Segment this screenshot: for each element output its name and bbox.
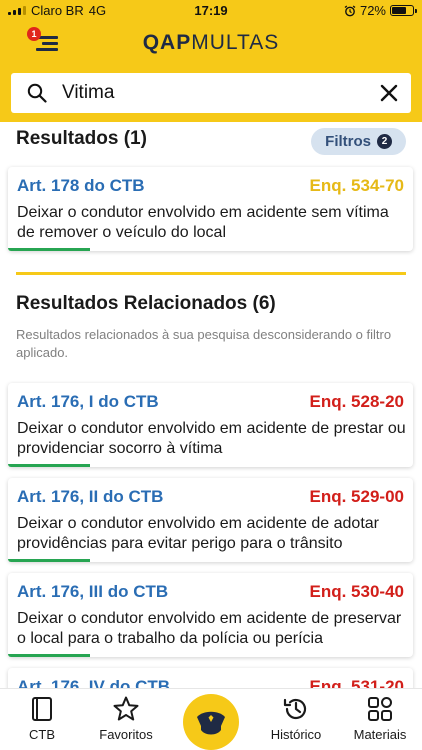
search-area: Vitima <box>0 64 422 122</box>
tab-favoritos[interactable]: Favoritos <box>84 689 168 750</box>
logo-bold-text: QAP <box>142 31 192 54</box>
infraction-code: Enq. 528-20 <box>309 392 405 411</box>
search-input[interactable]: Vitima <box>11 73 411 113</box>
tab-historico[interactable]: Histórico <box>254 689 338 750</box>
related-results-title: Resultados Relacionados (6) <box>16 293 276 314</box>
infraction-code: Enq. 530-40 <box>309 582 405 601</box>
search-query: Vitima <box>62 82 115 103</box>
infraction-description: Deixar o condutor envolvido em acidente … <box>17 420 406 457</box>
card-accent-bar <box>8 464 90 467</box>
app-logo: QAPMULTAS <box>0 31 422 55</box>
app-header: 1 QAPMULTAS <box>0 22 422 64</box>
battery-icon <box>390 5 417 16</box>
star-icon <box>113 696 139 721</box>
related-result-card[interactable]: Art. 176, III do CTB Enq. 530-40 Deixar … <box>8 573 413 657</box>
tab-label: Histórico <box>270 727 322 742</box>
book-icon <box>32 697 52 721</box>
article-label: Art. 176, III do CTB <box>17 582 169 601</box>
article-label: Art. 178 do CTB <box>17 176 145 195</box>
status-bar: Claro BR 4G 17:19 72% <box>0 0 422 22</box>
search-icon <box>27 83 47 103</box>
filters-count-badge: 2 <box>377 134 392 149</box>
article-label: Art. 176, IV do CTB <box>17 677 171 688</box>
tab-label: CTB <box>29 727 55 742</box>
infraction-code: Enq. 531-20 <box>309 677 405 688</box>
police-cap-icon <box>197 711 225 735</box>
section-divider <box>16 272 406 275</box>
article-label: Art. 176, I do CTB <box>17 392 159 411</box>
infraction-code: Enq. 529-00 <box>309 487 405 506</box>
tab-label: Favoritos <box>99 727 153 742</box>
infraction-description: Deixar o condutor envolvido em acidente … <box>17 515 379 552</box>
related-result-card[interactable]: Art. 176, II do CTB Enq. 529-00 Deixar o… <box>8 478 413 562</box>
card-accent-bar <box>8 248 90 251</box>
card-accent-bar <box>8 654 90 657</box>
infraction-code: Enq. 534-70 <box>309 176 405 195</box>
filters-button[interactable]: Filtros 2 <box>311 128 406 155</box>
result-card[interactable]: Art. 178 do CTB Enq. 534-70 Deixar o con… <box>8 167 413 251</box>
logo-light-text: MULTAS <box>191 31 280 54</box>
grid-icon <box>368 697 392 721</box>
related-result-card[interactable]: Art. 176, IV do CTB Enq. 531-20 <box>8 668 413 688</box>
tab-materiais[interactable]: Materiais <box>338 689 422 750</box>
results-title: Resultados (1) <box>16 128 147 149</box>
article-label: Art. 176, II do CTB <box>17 487 164 506</box>
tab-ctb[interactable]: CTB <box>0 689 84 750</box>
results-list[interactable]: Resultados (1) Filtros 2 Art. 178 do CTB… <box>0 122 422 688</box>
battery-percent: 72% <box>359 3 386 18</box>
home-button[interactable] <box>183 694 239 750</box>
related-results-note: Resultados relacionados à sua pesquisa d… <box>16 327 392 360</box>
related-result-card[interactable]: Art. 176, I do CTB Enq. 528-20 Deixar o … <box>8 383 413 467</box>
infraction-description: Deixar o condutor envolvido em acidente … <box>17 610 402 647</box>
infraction-description: Deixar o condutor envolvido em acidente … <box>17 204 389 241</box>
bottom-tab-bar: CTB Favoritos Histórico Materiais <box>0 688 422 750</box>
history-icon <box>283 698 307 720</box>
clear-search-icon[interactable] <box>379 83 399 103</box>
alarm-icon <box>344 5 356 16</box>
card-accent-bar <box>8 559 90 562</box>
filters-label: Filtros <box>325 133 371 150</box>
tab-label: Materiais <box>353 727 407 742</box>
